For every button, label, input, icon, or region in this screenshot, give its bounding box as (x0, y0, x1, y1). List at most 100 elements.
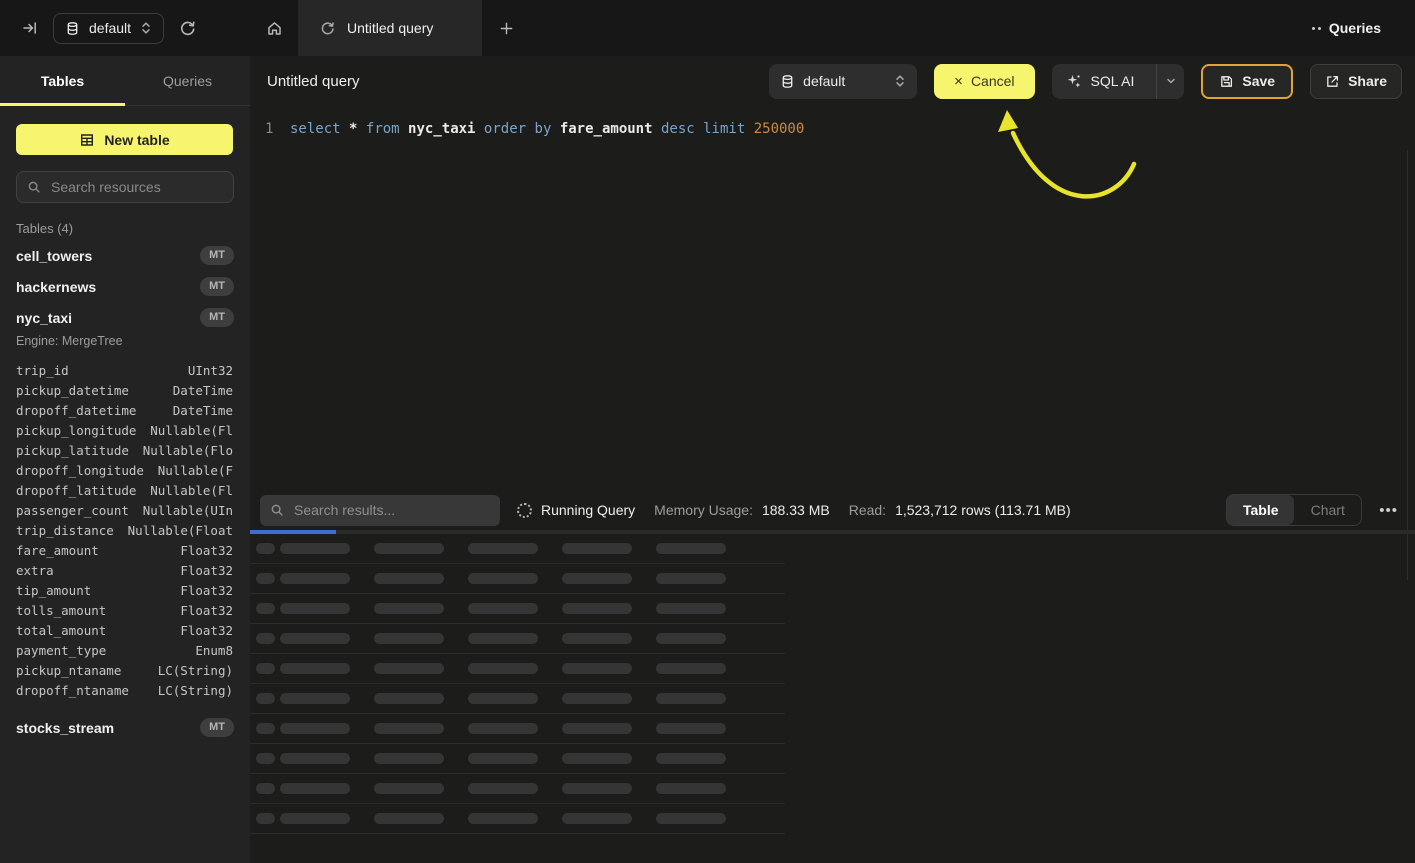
view-toggle-table[interactable]: Table (1227, 495, 1294, 525)
skeleton-cell (374, 663, 444, 674)
share-icon (1325, 74, 1340, 89)
skeleton-cell (562, 663, 632, 674)
column-row: tip_amountFloat32 (16, 580, 233, 600)
more-options-icon[interactable]: ••• (1375, 502, 1402, 519)
table-row[interactable]: nyc_taxiMT (0, 302, 250, 333)
sql-token: order (484, 121, 526, 137)
skeleton-cell (562, 753, 632, 764)
table-row[interactable]: hackernewsMT (0, 271, 250, 302)
skeleton-cell (256, 603, 275, 614)
skeleton-cell (280, 573, 350, 584)
column-type: Float32 (180, 603, 233, 618)
column-row: total_amountFloat32 (16, 620, 233, 640)
queries-icon (1312, 27, 1321, 30)
column-type: LC(String) (158, 683, 233, 698)
column-row: pickup_latitudeNullable(Flo (16, 440, 233, 460)
sql-token: by (535, 121, 552, 137)
column-type: Nullable(F (158, 463, 233, 478)
sparkle-icon (1066, 73, 1082, 89)
skeleton-cell (656, 633, 726, 644)
cancel-button[interactable]: × Cancel (934, 64, 1034, 99)
tab-queries[interactable]: Queries (125, 56, 250, 105)
save-button[interactable]: Save (1201, 64, 1293, 99)
queries-link[interactable]: Queries (1306, 0, 1387, 56)
skeleton-cell (374, 543, 444, 554)
sql-token: * (349, 121, 357, 137)
skeleton-cell (562, 693, 632, 704)
column-type: DateTime (173, 403, 233, 418)
table-row[interactable]: stocks_streamMT (0, 712, 250, 743)
new-tab-icon[interactable] (482, 0, 530, 56)
skeleton-cell (468, 603, 538, 614)
tab-tables[interactable]: Tables (0, 56, 125, 105)
skeleton-cell (562, 633, 632, 644)
resource-search[interactable] (16, 171, 234, 203)
skeleton-cell (256, 663, 275, 674)
skeleton-cell (656, 693, 726, 704)
skeleton-cell (256, 813, 275, 824)
column-name: passenger_count (16, 503, 129, 518)
save-label: Save (1242, 73, 1275, 89)
new-table-label: New table (104, 132, 169, 148)
column-row: dropoff_ntaname LC(String) (16, 680, 233, 700)
search-icon (270, 503, 284, 517)
skeleton-cell (280, 693, 350, 704)
search-icon (27, 180, 41, 194)
table-row[interactable]: cell_towersMT (0, 240, 250, 271)
column-row: fare_amountFloat32 (16, 540, 233, 560)
sql-token: select (290, 121, 341, 137)
results-skeleton (250, 534, 1415, 834)
column-name: dropoff_datetime (16, 403, 136, 418)
skeleton-cell (656, 543, 726, 554)
skeleton-cell (256, 633, 275, 644)
share-button[interactable]: Share (1310, 64, 1402, 99)
skeleton-cell (374, 633, 444, 644)
resource-search-input[interactable] (49, 178, 223, 196)
memory-usage-label: Memory Usage: (654, 502, 753, 518)
skeleton-row (250, 774, 785, 804)
sql-token: fare_amount (560, 121, 653, 137)
sql-line[interactable]: 1 select * from nyc_taxi order by fare_a… (250, 106, 1415, 138)
skeleton-cell (374, 693, 444, 704)
column-type: UInt32 (188, 363, 233, 378)
column-name: extra (16, 563, 54, 578)
sql-ai-button[interactable]: SQL AI (1052, 64, 1185, 99)
skeleton-cell (656, 663, 726, 674)
home-icon[interactable] (250, 0, 298, 56)
skeleton-cell (468, 813, 538, 824)
skeleton-cell (468, 783, 538, 794)
column-name: payment_type (16, 643, 106, 658)
column-type: LC(String) (158, 663, 233, 678)
table-grid-icon (79, 132, 95, 148)
chevron-down-icon[interactable] (1156, 64, 1184, 99)
floppy-icon (1219, 74, 1234, 89)
refresh-icon[interactable] (179, 20, 196, 37)
column-name: dropoff_latitude (16, 483, 136, 498)
sql-editor[interactable]: 1 select * from nyc_taxi order by fare_a… (250, 106, 1415, 490)
new-table-button[interactable]: New table (16, 124, 233, 155)
database-selector-value: default (89, 20, 131, 36)
database-selector-value: default (803, 73, 845, 89)
table-name: hackernews (16, 279, 96, 295)
skeleton-row (250, 744, 785, 774)
database-icon (780, 74, 795, 89)
query-tab[interactable]: Untitled query (298, 0, 482, 56)
skeleton-cell (280, 783, 350, 794)
results-search-input[interactable] (292, 501, 490, 519)
skeleton-cell (562, 543, 632, 554)
header-database-selector[interactable]: default (769, 64, 917, 99)
sidebar-collapse-icon[interactable] (22, 20, 38, 36)
sql-ai-label: SQL AI (1091, 73, 1135, 89)
top-bar: default Untitled query Queries (0, 0, 1415, 56)
sql-token: desc (661, 121, 695, 137)
skeleton-cell (468, 663, 538, 674)
results-search[interactable] (260, 495, 500, 526)
skeleton-row (250, 654, 785, 684)
view-toggle-chart[interactable]: Chart (1294, 495, 1361, 525)
column-name: trip_id (16, 363, 69, 378)
column-name: dropoff_ntaname (16, 683, 129, 698)
topbar-database-selector[interactable]: default (53, 13, 164, 44)
column-row: dropoff_datetime DateTime (16, 400, 233, 420)
skeleton-cell (374, 723, 444, 734)
column-row: trip_id UInt32 (16, 360, 233, 380)
